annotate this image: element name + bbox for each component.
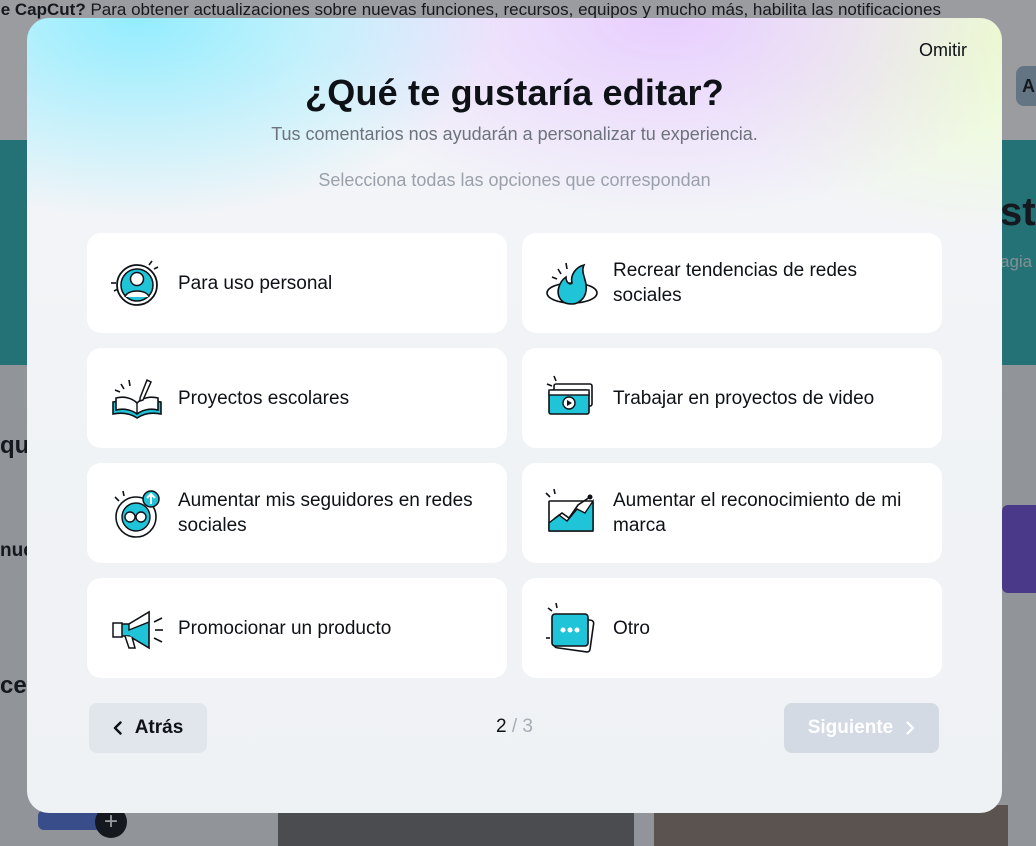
selection-hint: Selecciona todas las opciones que corres…	[318, 170, 711, 190]
option-school-projects[interactable]: Proyectos escolares	[87, 348, 507, 448]
option-label: Aumentar el reconocimiento de mi marca	[613, 490, 902, 536]
flame-icon	[546, 262, 598, 305]
option-label: Para uso personal	[178, 272, 333, 294]
option-social-trends[interactable]: Recrear tendencias de redes sociales	[522, 233, 942, 333]
option-personal-use[interactable]: Para uso personal	[87, 233, 507, 333]
person-icon	[111, 260, 159, 306]
option-label: Promocionar un producto	[178, 617, 392, 639]
chevron-right-icon	[906, 721, 915, 735]
option-video-projects[interactable]: Trabajar en proyectos de video	[522, 348, 942, 448]
option-label: Proyectos escolares	[178, 387, 350, 409]
step-total: / 3	[511, 716, 533, 737]
option-label: Otro	[613, 617, 650, 639]
followers-icon	[114, 490, 160, 538]
next-button[interactable]: Siguiente	[784, 703, 939, 753]
modal-subtitle: Tus comentarios nos ayudarán a personali…	[271, 124, 758, 144]
skip-button[interactable]: Omitir	[919, 40, 967, 61]
option-grow-followers[interactable]: Aumentar mis seguidores en redes sociale…	[87, 463, 507, 563]
step-current: 2	[496, 716, 507, 737]
modal-title: ¿Qué te gustaría editar?	[305, 72, 724, 113]
option-brand-awareness[interactable]: Aumentar el reconocimiento de mi marca	[522, 463, 942, 563]
growth-chart-icon	[545, 488, 594, 532]
option-promote-product[interactable]: Promocionar un producto	[87, 578, 507, 678]
book-pen-icon	[112, 378, 162, 419]
option-label: Trabajar en proyectos de video	[613, 387, 875, 409]
megaphone-icon	[112, 610, 163, 650]
option-label: Recrear tendencias de redes sociales	[613, 260, 857, 306]
option-other[interactable]: Otro	[522, 578, 942, 678]
option-label: Aumentar mis seguidores en redes sociale…	[178, 490, 473, 536]
chat-bubble-icon	[546, 602, 595, 653]
next-button-label: Siguiente	[807, 717, 894, 738]
onboarding-modal: Omitir ¿Qué te gustaría editar? Tus come…	[27, 18, 1002, 813]
video-clips-icon	[546, 375, 593, 415]
